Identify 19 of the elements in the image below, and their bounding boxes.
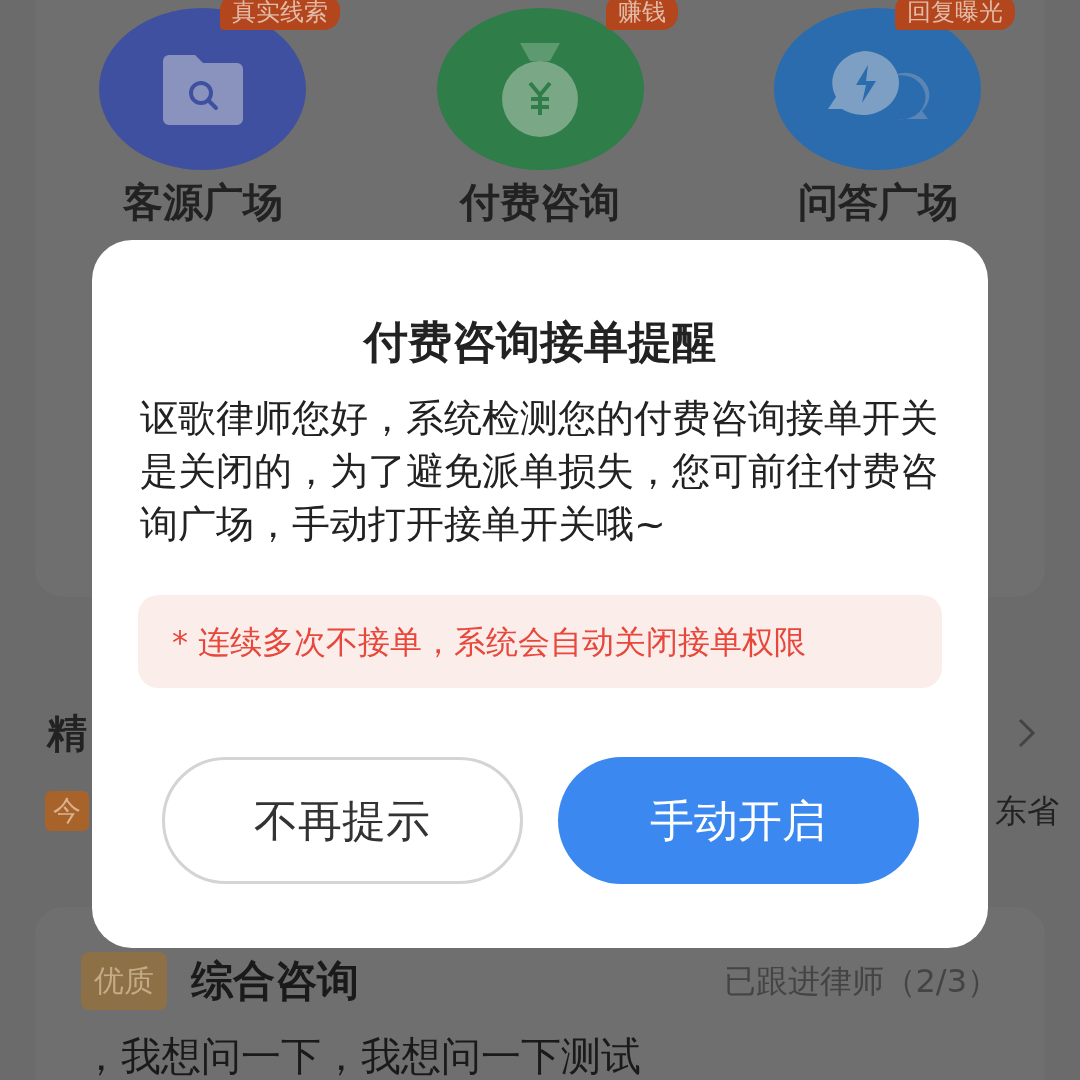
consult-text: ，我想问一下，我想问一下测试 — [81, 1032, 642, 1080]
card-title: 综合咨询 — [191, 955, 359, 1007]
chevron-right-icon[interactable] — [1017, 717, 1037, 749]
section-title: 精 — [47, 709, 87, 757]
entry-label[interactable]: 付费咨询 — [460, 178, 620, 226]
entry-badge: 回复曝光 — [895, 0, 1015, 30]
entry-label[interactable]: 客源广场 — [122, 178, 283, 226]
quality-badge: 优质 — [81, 951, 167, 1010]
entry-badge: 真实线索 — [220, 0, 340, 30]
warning-text: * 连续多次不接单，系统会自动关闭接单权限 — [172, 621, 807, 663]
enable-button[interactable]: 手动开启 — [557, 757, 919, 884]
dialog-title: 付费咨询接单提醒 — [364, 315, 716, 369]
money-bag-icon — [500, 41, 580, 137]
entry-label[interactable]: 问答广场 — [797, 178, 958, 226]
dialog-message: 讴歌律师您好，系统检测您的付费咨询接单开关是关闭的，为了避免派单损失，您可前往付费咨询广场，手动打开接单开关哦~ — [139, 395, 939, 548]
today-tag: 今 — [45, 791, 89, 831]
location-text: 东省 — [995, 791, 1059, 832]
dismiss-button[interactable]: 不再提示 — [161, 757, 523, 884]
entry-badge: 赚钱 — [605, 0, 678, 30]
